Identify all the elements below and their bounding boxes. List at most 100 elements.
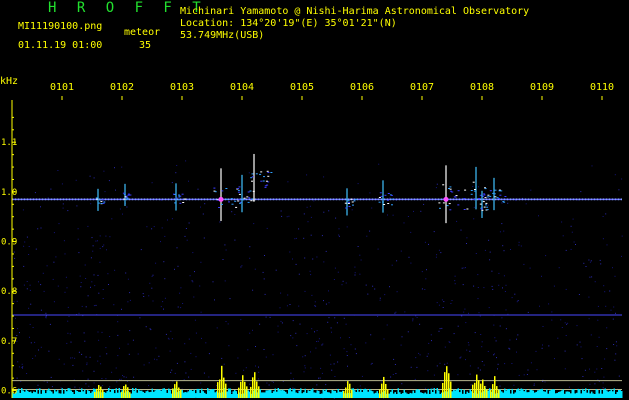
floor-bar <box>316 390 318 398</box>
echo-pixel <box>267 175 270 177</box>
noise-pixel <box>497 368 498 370</box>
floor-bar <box>513 393 515 398</box>
echo-pixel <box>453 196 456 198</box>
floor-bar <box>339 391 341 398</box>
floor-bar <box>204 392 206 398</box>
carrier-pixel <box>459 198 460 201</box>
noise-pixel <box>615 341 617 343</box>
noise-pixel <box>566 323 568 325</box>
noise-pixel <box>377 316 379 317</box>
y-tick-label: 0.7 <box>1 337 17 347</box>
floor-bar <box>564 393 566 398</box>
noise-pixel <box>315 306 317 307</box>
floor-spike <box>223 377 225 398</box>
echo-pixel <box>353 200 356 202</box>
noise-pixel <box>163 261 165 263</box>
echo-pixel <box>472 181 475 183</box>
carrier-pixel <box>66 198 67 201</box>
noise-pixel <box>253 223 255 225</box>
carrier-pixel <box>390 198 391 201</box>
noise-pixel <box>459 357 461 359</box>
floor-bar <box>388 393 390 398</box>
echo-pixel <box>247 191 250 193</box>
noise-pixel <box>613 344 615 345</box>
noise-pixel <box>606 348 608 350</box>
noise-pixel <box>336 322 338 324</box>
floor-bar <box>534 392 536 398</box>
noise-pixel <box>29 284 31 286</box>
noise-pixel <box>89 356 91 358</box>
noise-pixel <box>509 339 511 341</box>
floor-bar <box>361 392 363 398</box>
floor-bar <box>354 390 356 398</box>
floor-bar <box>18 388 20 398</box>
carrier-pixel <box>543 198 544 201</box>
floor-bar <box>103 392 105 398</box>
noise-pixel <box>155 262 157 264</box>
noise-pixel <box>122 375 123 376</box>
noise-pixel <box>496 357 497 359</box>
noise-pixel <box>354 274 356 276</box>
noise-pixel <box>535 350 537 352</box>
floor-bar <box>61 388 63 398</box>
noise-pixel <box>234 214 236 215</box>
noise-pixel <box>77 228 79 230</box>
noise-pixel <box>57 170 59 171</box>
floor-bar <box>33 391 35 398</box>
echo-pixel <box>98 202 101 204</box>
noise-pixel <box>298 305 300 307</box>
noise-pixel <box>168 338 170 340</box>
floor-bar <box>594 394 596 398</box>
noise-pixel <box>328 317 330 319</box>
carrier-pixel <box>138 198 139 201</box>
echo-pixel <box>174 202 177 204</box>
floor-bar <box>568 391 570 398</box>
noise-pixel <box>263 349 265 350</box>
noise-pixel <box>453 333 455 335</box>
echo-pixel <box>237 191 240 193</box>
noise-pixel <box>185 160 187 162</box>
noise-pixel <box>148 385 150 387</box>
noise-pixel <box>584 369 586 371</box>
floor-bar <box>147 390 149 398</box>
floor-bar <box>579 389 581 398</box>
noise-pixel <box>489 259 491 261</box>
noise-pixel <box>264 255 265 256</box>
noise-pixel <box>42 272 44 274</box>
noise-pixel <box>214 299 215 301</box>
carrier-pixel <box>519 198 520 201</box>
floor-bar <box>168 388 170 398</box>
noise-pixel <box>151 275 153 277</box>
echo-pixel <box>235 206 238 208</box>
floor-bar <box>331 390 333 398</box>
floor-spike <box>100 386 102 398</box>
echo-pixel <box>259 173 262 175</box>
echo-pixel <box>478 198 481 199</box>
noise-pixel <box>265 316 267 318</box>
noise-pixel <box>334 317 336 319</box>
floor-bar <box>426 393 428 398</box>
noise-pixel <box>330 327 332 329</box>
noise-pixel <box>78 312 80 314</box>
noise-pixel <box>117 321 119 323</box>
carrier-pixel <box>249 198 250 201</box>
floor-bar <box>31 393 33 398</box>
noise-pixel <box>371 362 373 364</box>
floor-bar <box>600 389 602 398</box>
noise-pixel <box>152 274 154 276</box>
noise-pixel <box>32 358 34 359</box>
noise-pixel <box>323 300 324 302</box>
noise-pixel <box>404 311 406 313</box>
noise-pixel <box>22 367 23 369</box>
floor-bar <box>322 389 324 398</box>
carrier-pixel <box>63 198 64 201</box>
noise-pixel <box>88 385 90 387</box>
noise-pixel <box>544 381 546 383</box>
noise-pixel <box>612 318 614 320</box>
floor-spike <box>127 387 129 398</box>
floor-bar <box>454 390 456 398</box>
noise-pixel <box>583 262 585 264</box>
noise-pixel <box>596 368 598 370</box>
noise-pixel <box>463 311 465 313</box>
echo-pixel <box>391 198 394 200</box>
